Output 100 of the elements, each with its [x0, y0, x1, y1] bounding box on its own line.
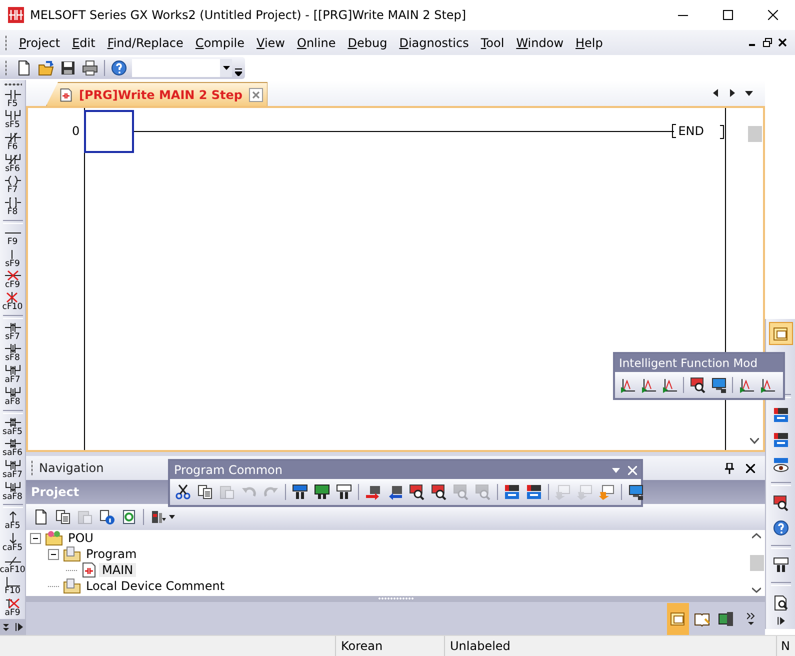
- restore-icon[interactable]: [763, 38, 772, 47]
- menu-item[interactable]: Edit: [66, 34, 102, 52]
- graph-icon: [620, 377, 636, 393]
- ladder-symbol-button[interactable]: caF5: [2, 532, 23, 554]
- ladder-symbol-button[interactable]: saF6: [2, 437, 22, 460]
- close-icon[interactable]: [746, 464, 755, 472]
- binoculars-icon: [292, 484, 308, 500]
- minimize-icon: [678, 14, 688, 16]
- menu-item[interactable]: Help: [570, 34, 609, 52]
- menu-item[interactable]: Compile: [189, 34, 251, 52]
- toolbar-title: Program Common: [174, 463, 282, 477]
- clipboard-icon: [219, 484, 235, 500]
- ladder-symbol-button[interactable]: caF10: [0, 554, 26, 576]
- refresh-icon: [121, 509, 137, 525]
- scissors-icon: [175, 484, 191, 500]
- binoculars-icon: [336, 484, 352, 500]
- splitter-grip-icon[interactable]: [378, 597, 414, 600]
- ladder-symbol-button[interactable]: aF5: [4, 510, 20, 532]
- ladder-symbol-button[interactable]: sF5: [4, 110, 20, 132]
- copy-icon: [197, 484, 213, 500]
- book-icon: [694, 610, 710, 626]
- collapse-icon[interactable]: [48, 548, 59, 560]
- ladder-symbol-button[interactable]: F5: [4, 88, 20, 110]
- expand-icon[interactable]: [15, 623, 23, 631]
- scroll-up-icon[interactable]: [752, 533, 761, 539]
- ladder-symbol-button[interactable]: F7: [4, 174, 20, 196]
- copy-icon: [55, 509, 71, 525]
- scroll-right-icon[interactable]: [729, 89, 735, 97]
- ladder-symbol-button[interactable]: sF9: [5, 248, 20, 270]
- info-icon: [99, 509, 115, 525]
- module-icon: [718, 610, 734, 626]
- ladder-symbol-button[interactable]: saF7: [2, 459, 22, 481]
- more-icon[interactable]: [747, 612, 755, 624]
- eye-icon: [772, 457, 788, 474]
- coil-symbol-icon: [4, 175, 20, 186]
- ladder-symbol-button[interactable]: sF8: [4, 342, 20, 364]
- menu-item[interactable]: Find/Replace: [101, 34, 190, 52]
- ladder-symbol-button[interactable]: F6: [4, 131, 20, 153]
- scroll-thumb[interactable]: [748, 126, 762, 142]
- ladder-symbol-button[interactable]: aF8: [4, 386, 20, 408]
- ladder-symbol-button[interactable]: cF9: [4, 269, 20, 292]
- menu-item[interactable]: Project: [13, 34, 66, 52]
- dropdown-icon[interactable]: [169, 515, 175, 519]
- resize-grip-icon[interactable]: [2, 623, 10, 631]
- monitor-icon: [710, 377, 726, 393]
- collapse-icon[interactable]: [30, 532, 41, 544]
- menu-item[interactable]: Diagnostics: [393, 34, 475, 52]
- tree-item[interactable]: Local Device Comment: [83, 579, 228, 593]
- close-icon[interactable]: [778, 38, 787, 47]
- module-arrow-icon: [365, 484, 381, 500]
- cursor-box: [84, 110, 134, 153]
- graph-icon: [738, 377, 754, 393]
- scrollbar[interactable]: [748, 530, 765, 596]
- tree-item[interactable]: MAIN: [99, 563, 136, 577]
- document-tab[interactable]: [PRG]Write MAIN 2 Step: [46, 82, 268, 106]
- ladder-symbol-button[interactable]: sF6: [4, 152, 20, 175]
- pin-icon[interactable]: [725, 462, 734, 474]
- menu-item[interactable]: View: [250, 34, 291, 52]
- ladder-symbol-button[interactable]: F9: [4, 226, 20, 248]
- slash-symbol-icon: [4, 554, 20, 566]
- menu-item[interactable]: Debug: [342, 34, 394, 52]
- grip-icon: [4, 83, 22, 86]
- expand-icon[interactable]: [776, 617, 784, 625]
- ladder-symbol-button[interactable]: aF9: [4, 597, 20, 619]
- scroll-thumb[interactable]: [750, 555, 764, 571]
- maximize-icon: [722, 10, 732, 20]
- binoculars-icon: [772, 557, 788, 574]
- menu-item[interactable]: Tool: [474, 34, 510, 52]
- help-icon: [111, 60, 127, 76]
- contact-symbol-icon: [4, 438, 20, 450]
- view-button[interactable]: [667, 602, 689, 634]
- menu-item[interactable]: Online: [291, 34, 342, 52]
- line-symbol-icon: [11, 248, 14, 260]
- panel-title: Navigation: [39, 461, 104, 475]
- dropdown-field[interactable]: [132, 58, 232, 76]
- contact-symbol-icon: [4, 322, 20, 333]
- contact-symbol-icon: [4, 88, 20, 100]
- ladder-symbol-button[interactable]: sF7: [4, 320, 20, 343]
- scroll-left-icon[interactable]: [713, 89, 719, 97]
- ladder-symbol-button[interactable]: F10: [4, 576, 20, 598]
- menu-item[interactable]: Window: [510, 34, 570, 52]
- screen-search-icon: [314, 484, 330, 500]
- delete-symbol-icon: [4, 598, 20, 610]
- tree-item[interactable]: POU: [65, 531, 96, 545]
- ladder-symbol-button[interactable]: cF10: [2, 291, 23, 313]
- ladder-symbol-button[interactable]: F8: [4, 196, 20, 218]
- contact-symbol-icon: [4, 154, 20, 165]
- clipboard-icon: [77, 509, 93, 525]
- help-icon: [772, 520, 788, 536]
- project-tree-icon: [772, 326, 788, 342]
- scroll-down-icon[interactable]: [752, 587, 761, 593]
- ladder-symbol-button[interactable]: saF8: [2, 480, 22, 502]
- tree-item[interactable]: Program: [83, 547, 140, 561]
- ladder-symbol-button[interactable]: saF5: [2, 416, 22, 438]
- dropdown-icon[interactable]: [745, 90, 753, 96]
- ladder-symbol-button[interactable]: aF7: [4, 364, 20, 386]
- toolbar-title: Intelligent Function Mod: [619, 356, 758, 370]
- scroll-down-icon[interactable]: [750, 438, 759, 444]
- toolbar-options-icon[interactable]: [235, 68, 242, 76]
- project-tree-icon: [670, 610, 686, 626]
